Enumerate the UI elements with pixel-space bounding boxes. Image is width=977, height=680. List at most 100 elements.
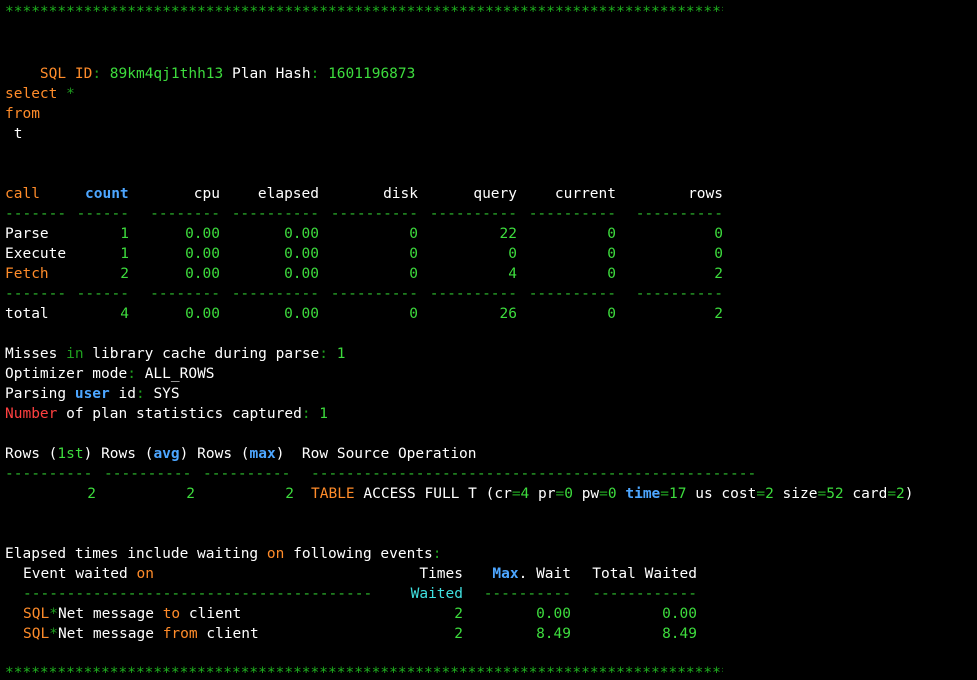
wait-intro-line: Elapsed times include waiting on followi… <box>5 544 442 564</box>
row-disk: 0 <box>409 306 418 322</box>
parsing-user-value: SYS <box>153 386 180 402</box>
sep-rows: ---------- <box>635 286 723 302</box>
operation-text: ACCESS FULL T ( <box>354 486 495 502</box>
sep-elapsed: ---------- <box>231 206 319 222</box>
wait-intro-text: Elapsed times include waiting <box>5 546 267 562</box>
number-keyword: Number <box>5 406 58 422</box>
row-current: 0 <box>607 246 616 262</box>
wait-total: 8.49 <box>662 626 697 642</box>
sql-id-value: 89km4qj1thh13 <box>109 66 224 82</box>
select-star: * <box>66 86 75 102</box>
sql-keyword: SQL <box>23 626 50 642</box>
row-elapsed: 0.00 <box>284 246 319 262</box>
user-keyword: user <box>74 386 110 402</box>
row-count: 1 <box>120 226 129 242</box>
rows-avg-value: 2 <box>186 486 195 502</box>
waited-label: Waited <box>410 586 463 602</box>
misses-text: Misses <box>5 346 67 362</box>
wait-event-row: SQL*Net message from client 2 8.49 8.49 <box>5 624 705 644</box>
plan-stats-value: 1 <box>319 406 329 422</box>
top-star-border: ****************************************… <box>5 4 723 20</box>
event-text: Net message <box>57 606 163 622</box>
col-current: current <box>554 186 616 202</box>
sep-rows-first: ---------- <box>5 466 93 482</box>
from-keyword: from <box>5 106 40 122</box>
row-source-separator: ---------- ---------- ---------- -------… <box>5 464 775 484</box>
terminal-window[interactable]: ****************************************… <box>0 0 977 680</box>
sep-call: ------- <box>5 206 67 222</box>
row-source-operation: TABLE ACCESS FULL T (cr=4 pr=0 pw=0 time… <box>311 486 914 502</box>
row-source-header: Rows (1st) Rows (avg) Rows (max) Row Sou… <box>5 446 477 462</box>
row-call: Execute <box>5 246 67 262</box>
rows-label: Rows <box>5 446 40 462</box>
colon: : <box>92 66 102 82</box>
row-rows: 2 <box>714 266 723 282</box>
sql-table-line: t <box>5 124 23 144</box>
col-call: call <box>5 186 40 202</box>
stats-separator: ------- ------ -------- ---------- -----… <box>5 204 745 224</box>
sep-current: ---------- <box>528 286 616 302</box>
sep-operation: ----------------------------------------… <box>311 466 757 482</box>
event-waited-text: Event waited <box>23 566 137 582</box>
row-rows: 0 <box>714 246 723 262</box>
misses-in-keyword: in <box>66 346 84 362</box>
rows-avg-label: avg <box>153 446 180 462</box>
max-wait-text: . Wait <box>518 566 571 582</box>
colon: : <box>127 366 136 382</box>
total-waited-label: Total Waited <box>592 566 697 582</box>
col-disk: disk <box>383 186 418 202</box>
pr-value: 0 <box>564 486 573 502</box>
row-call: total <box>5 306 49 322</box>
row-disk: 0 <box>409 246 418 262</box>
wait-separator-row: ----------------------------------------… <box>5 584 705 604</box>
on-keyword: on <box>266 546 285 562</box>
sep-rows-max: ---------- <box>203 466 291 482</box>
event-tail: client <box>197 626 259 642</box>
to-keyword: to <box>162 606 181 622</box>
row-elapsed: 0.00 <box>284 266 319 282</box>
wait-total: 0.00 <box>662 606 697 622</box>
misses-value: 1 <box>336 346 346 362</box>
sql-table-name: t <box>13 126 23 142</box>
row-source-operation-label: Row Source Operation <box>301 446 477 462</box>
sep-rows: ---------- <box>635 206 723 222</box>
card-key: card <box>843 486 888 502</box>
row-count: 2 <box>120 266 129 282</box>
colon: : <box>310 66 320 82</box>
misses-text-rest: library cache during parse <box>83 346 320 362</box>
sep-query: ---------- <box>429 286 517 302</box>
select-keyword: select <box>5 86 58 102</box>
star: * <box>49 626 58 642</box>
sep-call: ------- <box>5 286 67 302</box>
row-cpu: 0.00 <box>185 226 220 242</box>
row-disk: 0 <box>409 266 418 282</box>
row-cpu: 0.00 <box>185 306 220 322</box>
row-query: 0 <box>508 246 517 262</box>
sep-count: ------ <box>76 206 129 222</box>
rows-max-value: 2 <box>285 486 294 502</box>
size-value: 52 <box>826 486 844 502</box>
sep-cpu: -------- <box>150 206 220 222</box>
optimizer-label: Optimizer mode <box>5 366 128 382</box>
sql-id-label: SQL ID <box>39 66 93 82</box>
rows-label: Rows <box>101 446 136 462</box>
time-keyword: time <box>625 486 661 502</box>
cr-value: 4 <box>520 486 530 502</box>
sql-header-line: SQL ID: 89km4qj1thh13 Plan Hash: 1601196… <box>5 44 415 82</box>
pw-value: 0 <box>607 486 617 502</box>
stats-row-execute: Execute 1 0.00 0.00 0 0 0 0 <box>5 244 745 264</box>
times-label: Times <box>419 566 463 582</box>
from-keyword: from <box>162 626 198 642</box>
sep-rows-avg: ---------- <box>104 466 192 482</box>
us-cost-text: us cost <box>686 486 757 502</box>
sep-count: ------ <box>76 286 129 302</box>
sql-select-line: select * <box>5 84 75 104</box>
row-query: 22 <box>499 226 517 242</box>
misses-line: Misses in library cache during parse: 1 <box>5 344 345 364</box>
stats-row-total: total 4 0.00 0.00 0 26 0 2 <box>5 304 745 324</box>
event-text: Net message <box>57 626 163 642</box>
event-tail: client <box>180 606 242 622</box>
row-rows: 2 <box>714 306 723 322</box>
row-current: 0 <box>607 226 616 242</box>
row-elapsed: 0.00 <box>284 306 319 322</box>
